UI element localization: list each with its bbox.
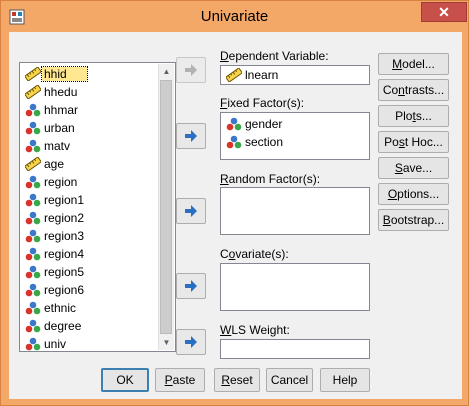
arrow-right-icon [185,280,197,292]
contrasts-button[interactable]: Contrasts... [378,79,449,101]
scroll-thumb[interactable] [160,80,172,334]
variable-name: age [44,157,65,171]
variable-item[interactable]: region2 [22,209,175,227]
variable-name: hhedu [44,85,78,99]
fixed-factors-label: Fixed Factor(s): [220,96,305,110]
variable-name: region2 [44,211,85,225]
variable-name: region6 [44,283,85,297]
variable-item[interactable]: region [22,173,175,191]
close-button[interactable]: ✕ [421,2,467,22]
variable-item[interactable]: ethnic [22,299,175,317]
fixed-factor-item[interactable]: gender [221,115,369,133]
arrow-right-icon [185,336,197,348]
move-to-covariate-button[interactable] [176,273,206,299]
random-factors-label: Random Factor(s): [220,172,321,186]
variable-item[interactable]: region4 [22,245,175,263]
paste-button[interactable]: Paste [155,368,205,392]
scale-ruler-icon [25,85,41,99]
scale-ruler-icon [25,157,41,171]
fixed-factor-name: gender [245,117,283,131]
dependent-variable-field[interactable]: lnearn [220,65,370,85]
move-to-wls-weight-button[interactable] [176,329,206,355]
post-hoc-button[interactable]: Post Hoc... [378,131,449,153]
covariates-label: Covariate(s): [220,247,289,261]
move-to-fixed-factor-button[interactable] [176,123,206,149]
nominal-balls-icon [25,265,41,279]
variable-name: hhmar [44,103,79,117]
variable-item[interactable]: region3 [22,227,175,245]
nominal-balls-icon [226,117,242,131]
model-button[interactable]: Model... [378,53,449,75]
dialog-body: hhid hhedu hhmar urban matv age region region1 r… [9,32,462,399]
nominal-balls-icon [25,175,41,189]
save-button[interactable]: Save... [378,157,449,179]
wls-weight-label: WLS Weight: [220,323,290,337]
variable-name: region3 [44,229,85,243]
scale-ruler-icon [226,68,242,82]
nominal-balls-icon [25,319,41,333]
arrow-right-icon [185,64,197,76]
variable-list-scrollbar[interactable]: ▲ ▼ [158,64,174,350]
arrow-right-icon [185,205,197,217]
nominal-balls-icon [25,121,41,135]
nominal-balls-icon [226,135,242,149]
variable-name: degree [44,319,82,333]
nominal-balls-icon [25,337,41,351]
variable-item[interactable]: hhid [22,65,175,83]
ok-button[interactable]: OK [101,368,149,392]
nominal-balls-icon [25,301,41,315]
bootstrap-button[interactable]: Bootstrap... [378,209,449,231]
dependent-variable-value: lnearn [245,68,279,82]
univariate-dialog: Univariate ✕ hhid hhedu hhmar urban matv age r… [0,0,469,406]
nominal-balls-icon [25,283,41,297]
reset-button[interactable]: Reset [214,368,260,392]
variable-item[interactable]: urban [22,119,175,137]
variable-item[interactable]: region1 [22,191,175,209]
cancel-button[interactable]: Cancel [266,368,313,392]
dependent-variable-label: Dependent Variable: [220,49,329,63]
scale-ruler-icon [25,67,41,81]
variable-name: region4 [44,247,85,261]
wls-weight-field[interactable] [220,339,370,359]
nominal-balls-icon [25,139,41,153]
variable-item[interactable]: hhmar [22,101,175,119]
fixed-factor-name: section [245,135,284,149]
variable-name: univ [44,337,67,351]
variable-item[interactable]: region6 [22,281,175,299]
source-variable-list[interactable]: hhid hhedu hhmar urban matv age region region1 r… [19,62,176,352]
random-factors-list[interactable] [220,187,370,235]
variable-name: matv [44,139,71,153]
nominal-balls-icon [25,247,41,261]
variable-name: region1 [44,193,85,207]
variable-name: ethnic [44,301,77,315]
variable-item[interactable]: univ [22,335,175,353]
move-to-dependent-button[interactable] [176,57,206,83]
move-to-random-factor-button[interactable] [176,198,206,224]
plots-button[interactable]: Plots... [378,105,449,127]
arrow-right-icon [185,130,197,142]
variable-name: region5 [44,265,85,279]
nominal-balls-icon [25,193,41,207]
nominal-balls-icon [25,229,41,243]
nominal-balls-icon [25,103,41,117]
window-title: Univariate [200,8,269,25]
covariates-list[interactable] [220,263,370,311]
variable-item[interactable]: hhedu [22,83,175,101]
variable-item[interactable]: age [22,155,175,173]
variable-name: hhid [41,66,88,82]
fixed-factors-list[interactable]: gender section [220,112,370,160]
options-button[interactable]: Options... [378,183,449,205]
scroll-down-icon[interactable]: ▼ [159,335,174,350]
title-bar[interactable]: Univariate ✕ [1,1,468,33]
variable-item[interactable]: region5 [22,263,175,281]
variable-item[interactable]: degree [22,317,175,335]
help-button[interactable]: Help [320,368,370,392]
nominal-balls-icon [25,211,41,225]
scroll-up-icon[interactable]: ▲ [159,64,174,79]
fixed-factor-item[interactable]: section [221,133,369,151]
variable-name: urban [44,121,75,135]
variable-name: region [44,175,78,189]
variable-item[interactable]: matv [22,137,175,155]
